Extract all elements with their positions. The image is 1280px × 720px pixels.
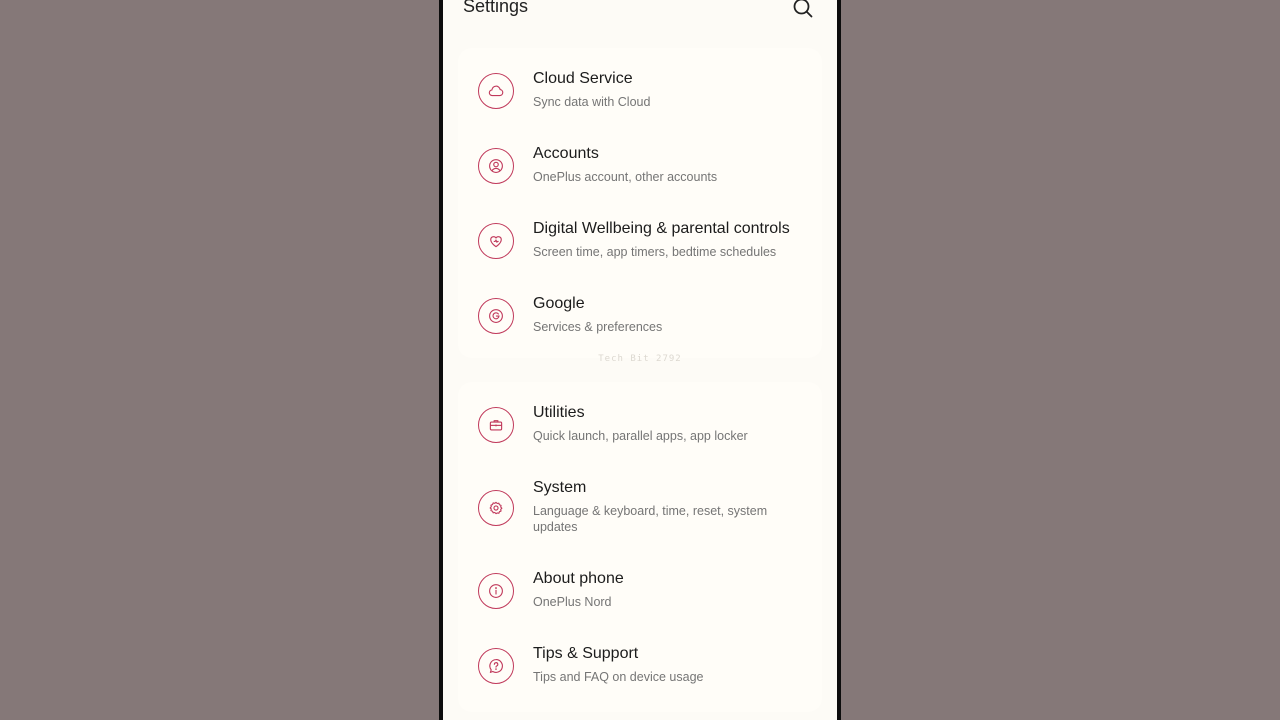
google-icon bbox=[478, 298, 514, 334]
toolbox-icon bbox=[478, 407, 514, 443]
settings-group-accounts: Cloud Service Sync data with Cloud Accou… bbox=[458, 48, 822, 358]
item-label: Cloud Service bbox=[533, 70, 633, 87]
item-subtitle: Tips and FAQ on device usage bbox=[533, 670, 704, 684]
item-subtitle: OnePlus account, other accounts bbox=[533, 170, 718, 184]
item-label: Utilities bbox=[533, 404, 585, 421]
app-header: Settings bbox=[443, 0, 837, 34]
item-subtitle: Services & preferences bbox=[533, 320, 663, 334]
accounts-item[interactable]: Accounts OnePlus account, other accounts bbox=[458, 133, 822, 199]
item-label: About phone bbox=[533, 570, 624, 587]
info-icon bbox=[478, 573, 514, 609]
gear-icon bbox=[478, 490, 514, 526]
watermark: Tech Bit 2792 bbox=[598, 354, 682, 364]
system-item[interactable]: System Language & keyboard, time, reset,… bbox=[458, 467, 822, 547]
phone-frame: Settings Cloud Service Sync data with Cl… bbox=[439, 0, 841, 720]
item-subtitle: OnePlus Nord bbox=[533, 595, 612, 609]
item-subtitle: Language & keyboard, time, reset, system… bbox=[533, 504, 768, 534]
search-icon[interactable] bbox=[791, 0, 815, 20]
item-label: Accounts bbox=[533, 145, 599, 162]
page-title: Settings bbox=[463, 0, 529, 16]
settings-group-system: Utilities Quick launch, parallel apps, a… bbox=[458, 382, 822, 712]
utilities-item[interactable]: Utilities Quick launch, parallel apps, a… bbox=[458, 392, 822, 458]
cloud-service-item[interactable]: Cloud Service Sync data with Cloud bbox=[458, 58, 822, 124]
help-icon bbox=[478, 648, 514, 684]
about-phone-item[interactable]: About phone OnePlus Nord bbox=[458, 558, 822, 624]
item-label: Tips & Support bbox=[533, 645, 639, 662]
tips-support-item[interactable]: Tips & Support Tips and FAQ on device us… bbox=[458, 633, 822, 699]
digital-wellbeing-item[interactable]: Digital Wellbeing & parental controls Sc… bbox=[458, 208, 822, 274]
item-subtitle: Sync data with Cloud bbox=[533, 95, 651, 109]
settings-screen: Settings Cloud Service Sync data with Cl… bbox=[443, 0, 837, 720]
google-item[interactable]: Google Services & preferences bbox=[458, 283, 822, 349]
item-label: System bbox=[533, 479, 587, 496]
item-subtitle: Screen time, app timers, bedtime schedul… bbox=[533, 245, 777, 259]
cloud-icon bbox=[478, 73, 514, 109]
account-icon bbox=[478, 148, 514, 184]
heart-icon bbox=[478, 223, 514, 259]
item-label: Digital Wellbeing & parental controls bbox=[533, 220, 790, 237]
item-label: Google bbox=[533, 295, 585, 312]
item-subtitle: Quick launch, parallel apps, app locker bbox=[533, 429, 748, 443]
